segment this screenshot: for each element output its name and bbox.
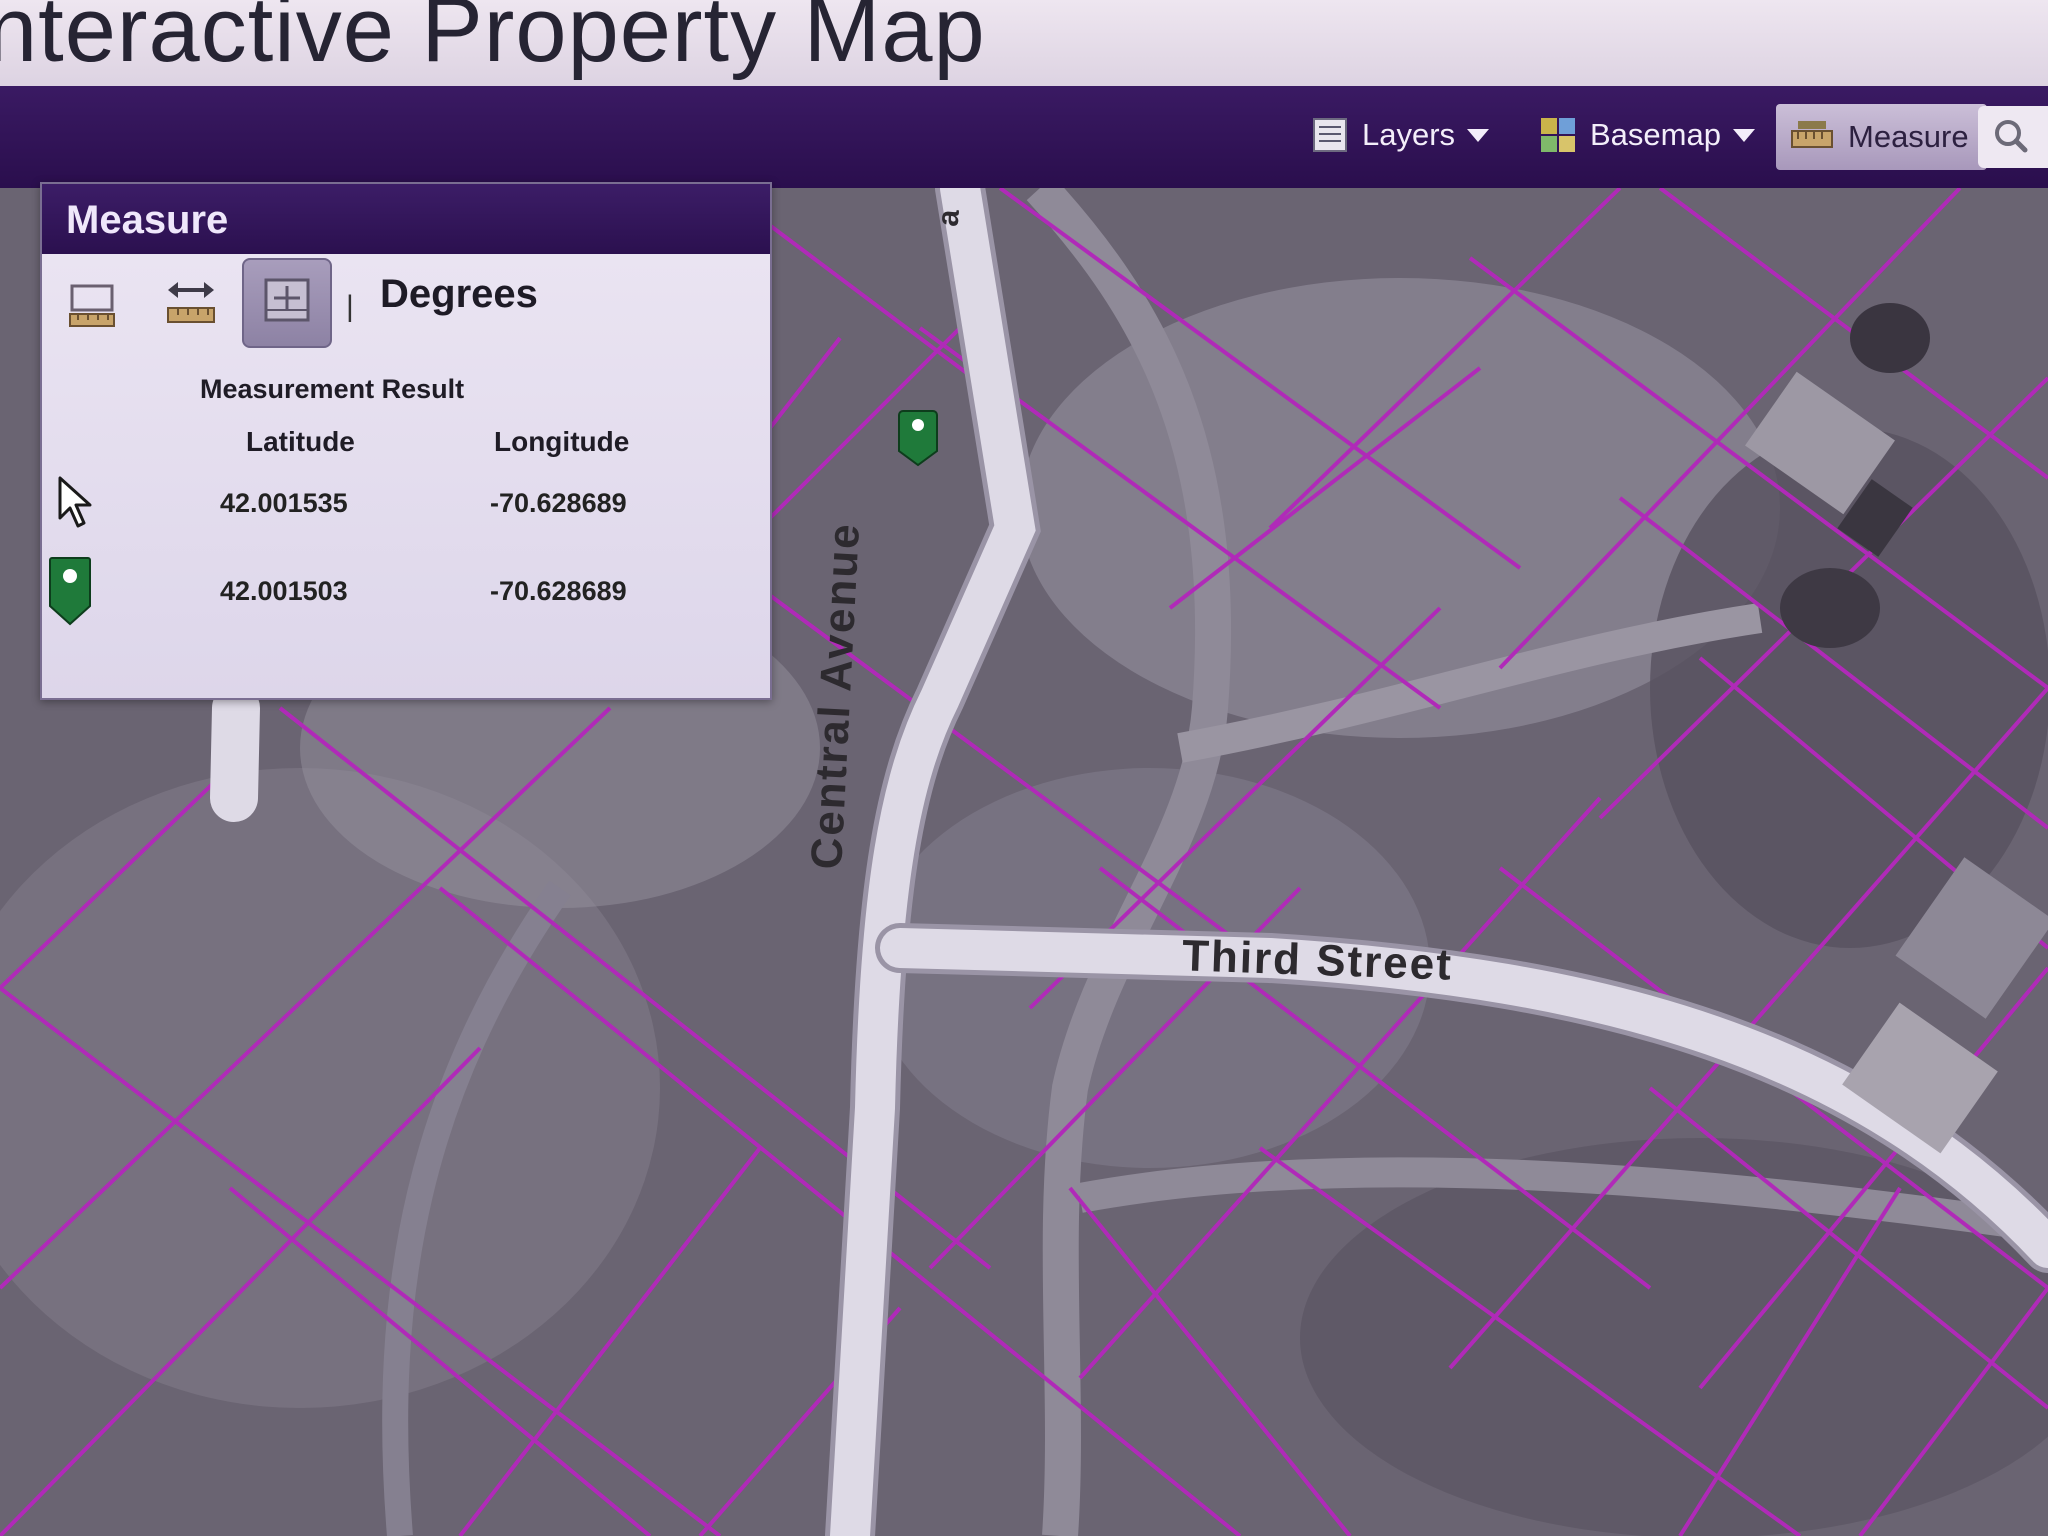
street-label-partial: a [931,206,967,228]
search-button[interactable] [1978,106,2048,168]
measure-button[interactable]: Measure [1776,104,1987,170]
measure-panel-title: Measure [66,198,229,242]
map-pin-icon [49,557,91,626]
layers-button[interactable]: Layers [1312,110,1490,160]
area-icon [69,284,115,327]
cursor-icon [58,476,92,528]
basemap-grid-icon [1541,118,1575,152]
top-toolbar: Layers Basemap Measure [0,86,2048,191]
row-2-latitude: 42.001503 [220,576,348,606]
latitude-header: Latitude [246,426,355,457]
ruler-icon [1791,121,1833,148]
search-icon [1995,120,2028,153]
measure-panel: Measure | Degrees Measurement Result Lat… [40,182,772,700]
measurement-result-label: Measurement Result [200,374,465,404]
basemap-label: Basemap [1590,117,1721,152]
location-icon [264,278,310,322]
units-dropdown[interactable]: Degrees [380,272,538,317]
toolbar-separator: | [346,290,354,323]
row-2-longitude: -70.628689 [490,576,627,606]
road-stub [210,684,260,822]
layers-icon [1313,118,1347,152]
location-tool-button[interactable] [242,258,332,348]
measure-label: Measure [1848,119,1969,154]
chevron-down-icon [1467,128,1490,142]
area-tool-button[interactable] [60,268,126,338]
layers-label: Layers [1362,117,1456,152]
chevron-down-icon [1732,128,1755,142]
basemap-button[interactable]: Basemap [1540,110,1755,160]
row-1-longitude: -70.628689 [490,488,627,518]
title-bar: nteractive Property Map [0,0,2048,86]
measure-panel-header: Measure [42,184,770,254]
distance-icon [167,282,215,323]
row-1-latitude: 42.001535 [220,488,348,518]
street-label-third: Third Street [1181,931,1454,990]
longitude-header: Longitude [494,426,630,457]
page-title: nteractive Property Map [0,0,986,81]
distance-tool-button[interactable] [158,268,224,338]
